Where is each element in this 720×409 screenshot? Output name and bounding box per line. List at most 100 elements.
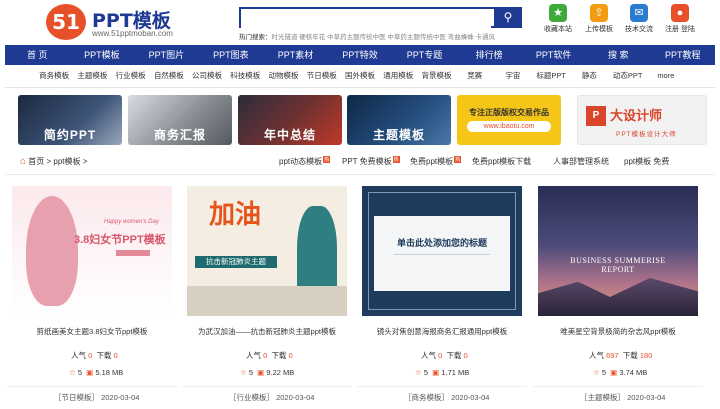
banner-business-report[interactable]: 商务汇报 [128, 95, 232, 145]
related-link[interactable]: 免费ppt模板热 [410, 156, 462, 167]
category-link[interactable]: ［商务模板］ [404, 393, 449, 402]
template-title[interactable]: 为武汉加油——抗击新冠肺炎主题ppt模板 [182, 326, 352, 337]
related-link-text: ppt模板 免费 [624, 157, 670, 166]
template-thumbnail[interactable]: 3.8妇女节PPT模板 Happy women's Day [12, 186, 172, 316]
category-link[interactable]: 静态 [570, 66, 608, 86]
related-link[interactable]: 免费ppt模板下载 [472, 156, 531, 167]
quick-link-label: 上传模板 [585, 26, 613, 33]
banner-designer-sub: PPT模板设计大师 [616, 131, 677, 138]
related-link-text: ppt动态模板 [279, 157, 323, 166]
downloads-label: 下载 [96, 351, 112, 360]
logo-badge: 51 [46, 4, 86, 40]
template-title[interactable]: 剪纸画美女主题3.8妇女节ppt模板 [7, 326, 177, 337]
banner-ad-title: 专注正版版权交易作品 [469, 108, 549, 117]
category-link[interactable]: 背景模板 [417, 66, 455, 86]
views-count: 0 [438, 351, 443, 360]
file-size: 1.71 MB [441, 368, 470, 377]
breadcrumb-path[interactable]: 首页 > ppt模板 > [28, 157, 87, 166]
home-icon[interactable]: ⌂ [20, 156, 26, 167]
banner-simple-ppt[interactable]: 简约PPT [18, 95, 122, 145]
banner-ad-url: www.ibaotu.com [467, 121, 551, 132]
nav-rankings[interactable]: 排行榜 [457, 45, 522, 65]
banner-designer-title: 大设计师 [610, 108, 663, 123]
template-thumbnail[interactable]: 加油 抗击新冠肺炎主题 [187, 186, 347, 316]
template-footer: ［商务模板］ 2020-03-04 [404, 392, 489, 403]
file-icon: ▣ [610, 368, 618, 377]
site-header: 51 PPT模板 www.51pptmoban.com ⚲ 热门搜索：时光隧道 … [0, 0, 720, 44]
category-link[interactable]: 节日模板 [303, 66, 341, 86]
banner-designer-ad[interactable]: P 大设计师 PPT模板设计大师 [577, 95, 707, 145]
rating-value: 5 [248, 368, 253, 377]
hot-badge: 热 [392, 156, 400, 163]
related-link[interactable]: ppt模板 免费 [624, 156, 669, 167]
nav-ppt-topics[interactable]: PPT专题 [392, 45, 457, 65]
category-link[interactable]: 竞赛 [456, 66, 494, 86]
category-link[interactable]: 行业模板 [111, 66, 149, 86]
nav-ppt-charts[interactable]: PPT图表 [199, 45, 264, 65]
template-thumbnail[interactable]: 单击此处添加您的标题 [362, 186, 522, 316]
category-link[interactable]: ［节日模板］ [54, 393, 99, 402]
nav-search[interactable]: 搜 索 [586, 45, 651, 65]
related-link[interactable]: ppt动态模板热 [279, 156, 331, 167]
category-link[interactable]: 动物模板 [264, 66, 302, 86]
related-link[interactable]: 人事部管理系统 [553, 156, 609, 167]
nav-ppt-images[interactable]: PPT图片 [134, 45, 199, 65]
template-thumbnail[interactable]: BUSINESS SUMMERISE REPORT [538, 186, 698, 316]
category-link[interactable]: 公司模板 [188, 66, 226, 86]
banner-mid-year-summary[interactable]: 年中总结 [238, 95, 342, 145]
template-footer: ［节日模板］ 2020-03-04 [54, 392, 139, 403]
quick-link-login[interactable]: ● 注册 登陆 [658, 4, 702, 34]
related-link[interactable]: PPT 免费模板热 [342, 156, 400, 167]
nav-ppt-software[interactable]: PPT软件 [521, 45, 586, 65]
hot-searches: 热门搜索：时光隧道 硬核年花 中草药主题传统中医 中草药主题传统中医 弯曲蜂蛛 … [239, 31, 495, 41]
thumb-subtitle: Happy women's Day [104, 219, 159, 225]
template-stats: 人气 0 下载 0 [421, 350, 468, 361]
banner-theme-templates[interactable]: 主题模板 [347, 95, 451, 145]
search-button[interactable]: ⚲ [494, 7, 522, 28]
rating-star-icon: ☆ [69, 368, 76, 377]
thumb-title: 单击此处添加您的标题 [396, 238, 487, 248]
template-meta: ☆ 5 ▣ 5.18 MB [69, 368, 123, 377]
category-link[interactable]: 主题模板 [73, 66, 111, 86]
template-title[interactable]: 唯美星空背景极简的杂志风ppt模板 [533, 326, 703, 337]
category-link[interactable]: ［行业模板］ [229, 393, 274, 402]
category-link[interactable]: 宇宙 [494, 66, 532, 86]
category-link[interactable]: 动态PPT [609, 66, 647, 86]
quick-link-upload[interactable]: ⇧ 上传模板 [577, 4, 621, 34]
thumb-card: 单击此处添加您的标题 [374, 216, 510, 291]
nav-ppt-tutorials[interactable]: PPT教程 [650, 45, 715, 65]
woman-silhouette-icon [26, 196, 78, 306]
related-link-text: 免费ppt模板 [410, 157, 454, 166]
views-label: 人气 [421, 351, 436, 360]
rating-star-icon: ☆ [593, 368, 600, 377]
quick-link-label: 注册 登陆 [665, 26, 695, 33]
nav-ppt-templates[interactable]: PPT模板 [70, 45, 135, 65]
file-size: 5.18 MB [95, 368, 124, 377]
nav-ppt-materials[interactable]: PPT素材 [263, 45, 328, 65]
category-link[interactable]: 国外模板 [341, 66, 379, 86]
thumb-big-text: 加油 [209, 199, 262, 229]
site-logo[interactable]: 51 PPT模板 www.51pptmoban.com [46, 4, 186, 40]
downloads-count: 180 [639, 351, 653, 360]
category-link[interactable]: 商务模板 [35, 66, 73, 86]
template-date: 2020-03-04 [627, 393, 666, 402]
nav-home[interactable]: 首 页 [5, 45, 70, 65]
category-link[interactable]: 自然模板 [150, 66, 188, 86]
category-link[interactable]: 科技模板 [226, 66, 264, 86]
banner-ibaotu-ad[interactable]: 专注正版版权交易作品 www.ibaotu.com [457, 95, 561, 145]
logo-url: www.51pptmoban.com [92, 29, 173, 38]
category-link[interactable]: 标题PPT [532, 66, 570, 86]
banner-label: 商务汇报 [153, 128, 206, 142]
quick-link-chat[interactable]: ✉ 技术交流 [617, 4, 661, 34]
search-input[interactable] [241, 11, 491, 28]
category-link[interactable]: 通用模板 [379, 66, 417, 86]
template-title[interactable]: 镜头对焦创意海报商务汇报通用ppt模板 [357, 326, 527, 337]
template-stats: 人气 0 下载 0 [71, 350, 118, 361]
hot-search-terms[interactable]: 时光隧道 硬核年花 中草药主题传统中医 中草药主题传统中医 弯曲蜂蛛 卡通风 [272, 34, 496, 41]
category-link[interactable]: ［主题模板］ [580, 393, 625, 402]
template-meta: ☆ 5 ▣ 1.71 MB [415, 368, 469, 377]
nav-ppt-effects[interactable]: PPT特效 [328, 45, 393, 65]
banner-label: 主题模板 [372, 128, 425, 142]
category-more-link[interactable]: more [647, 66, 685, 86]
quick-link-favorite[interactable]: ★ 收藏本站 [536, 4, 580, 34]
